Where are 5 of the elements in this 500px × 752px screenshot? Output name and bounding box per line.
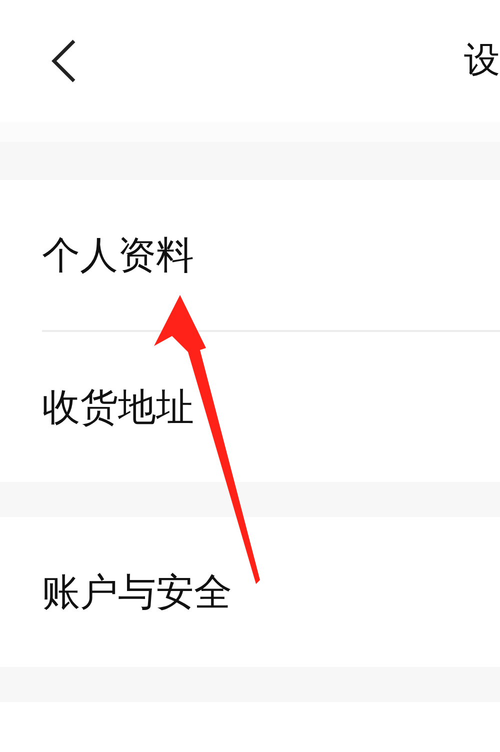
settings-item[interactable]: 收货地址 [42,382,194,432]
settings-item[interactable]: 个人资料 [42,230,194,280]
page-title: 设 [464,43,500,79]
settings-item[interactable]: 账户与安全 [42,566,232,618]
back-icon[interactable] [50,38,78,84]
